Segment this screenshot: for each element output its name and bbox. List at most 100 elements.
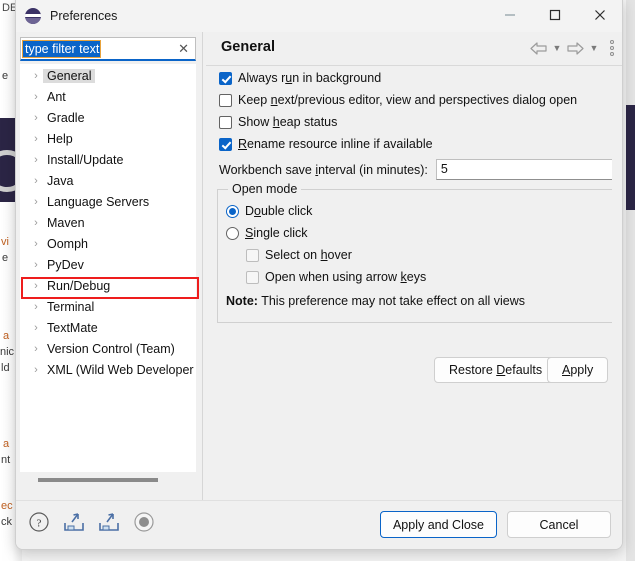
tree-item-textmate[interactable]: › TextMate xyxy=(21,317,195,338)
checkbox-show-heap-status[interactable]: Show heap status xyxy=(219,115,337,129)
dialog-footer: ? Apply and Close Cancel xyxy=(16,500,622,549)
forward-history-chevron-down-icon[interactable]: ▼ xyxy=(588,43,600,53)
checkbox-box-icon xyxy=(246,270,259,284)
footer-button-bar: Apply and Close Cancel xyxy=(379,511,611,538)
background-text-fragment: vi xyxy=(1,236,9,248)
checkbox-box-icon[interactable] xyxy=(219,115,232,129)
apply-and-close-button[interactable]: Apply and Close xyxy=(379,511,497,538)
chevron-right-icon[interactable]: › xyxy=(29,343,43,355)
tree-item-maven[interactable]: › Maven xyxy=(21,212,195,233)
tree-item-label: Run/Debug xyxy=(47,278,111,293)
scrollbar-thumb[interactable] xyxy=(38,478,158,482)
checkbox-label: Select on hover xyxy=(265,248,352,262)
back-arrow-icon[interactable] xyxy=(530,41,547,55)
page-vertical-scrollbar[interactable] xyxy=(612,67,622,487)
workbench-save-interval-label: Workbench save interval (in minutes): xyxy=(219,162,428,177)
tree-item-label: Gradle xyxy=(47,110,85,125)
workbench-save-interval-input[interactable]: 5 xyxy=(435,159,622,180)
tree-item-pydev[interactable]: › PyDev xyxy=(21,254,195,275)
checkbox-box-icon[interactable] xyxy=(219,71,232,85)
tree-item-ant[interactable]: › Ant xyxy=(21,86,195,107)
tree-item-help[interactable]: › Help xyxy=(21,128,195,149)
radio-button-icon[interactable] xyxy=(226,226,239,240)
note-text: This preference may not take effect on a… xyxy=(257,294,525,308)
cancel-button[interactable]: Cancel xyxy=(507,511,611,538)
preferences-tree-pane: type filter text ✕ › General › Ant › Gra… xyxy=(16,32,206,500)
back-history-chevron-down-icon[interactable]: ▼ xyxy=(551,43,563,53)
background-text-fragment: ec xyxy=(1,500,13,512)
tree-item-label: Version Control (Team) xyxy=(47,341,175,356)
tree-item-run-debug[interactable]: › Run/Debug xyxy=(21,275,195,296)
pane-divider[interactable] xyxy=(202,32,203,500)
checkbox-always-run-in-background[interactable]: Always run in background xyxy=(219,71,381,85)
tree-item-label: Terminal xyxy=(47,299,95,314)
open-mode-group: Open mode Double click Single click Sele… xyxy=(217,182,613,323)
chevron-right-icon[interactable]: › xyxy=(29,91,43,103)
preferences-tree[interactable]: › General › Ant › Gradle › Help › Instal… xyxy=(20,64,196,472)
apply-button[interactable]: Apply xyxy=(547,357,609,383)
chevron-right-icon[interactable]: › xyxy=(29,217,43,229)
tree-item-install-update[interactable]: › Install/Update xyxy=(21,149,195,170)
tree-item-terminal[interactable]: › Terminal xyxy=(21,296,195,317)
chevron-right-icon[interactable]: › xyxy=(29,196,43,208)
chevron-right-icon[interactable]: › xyxy=(29,112,43,124)
background-text-fragment: nt xyxy=(1,454,11,466)
checkbox-keep-next-previous-editor[interactable]: Keep next/previous editor, view and pers… xyxy=(219,93,577,107)
forward-arrow-icon[interactable] xyxy=(567,41,584,55)
restore-defaults-button[interactable]: Restore Defaults xyxy=(434,357,558,383)
chevron-right-icon[interactable]: › xyxy=(29,259,43,271)
tree-item-oomph[interactable]: › Oomph xyxy=(21,233,195,254)
chevron-right-icon[interactable]: › xyxy=(29,364,43,376)
background-right-strip xyxy=(626,0,635,561)
record-icon[interactable] xyxy=(133,511,155,538)
chevron-right-icon[interactable]: › xyxy=(29,175,43,187)
checkbox-box-icon[interactable] xyxy=(219,137,232,151)
tree-item-xml[interactable]: › XML (Wild Web Developer xyxy=(21,359,195,380)
apply-label: Apply xyxy=(562,363,594,377)
chevron-right-icon[interactable]: › xyxy=(29,280,43,292)
background-text-fragment: e xyxy=(2,252,9,264)
checkbox-rename-resource-inline[interactable]: Rename resource inline if available xyxy=(219,137,433,151)
dialog-body: type filter text ✕ › General › Ant › Gra… xyxy=(16,32,622,500)
export-preferences-icon[interactable] xyxy=(98,512,120,537)
chevron-right-icon[interactable]: › xyxy=(29,70,43,82)
radio-single-click[interactable]: Single click xyxy=(226,226,308,240)
help-icon[interactable]: ? xyxy=(28,511,50,538)
checkbox-box-icon[interactable] xyxy=(219,93,232,107)
tree-item-label: Help xyxy=(47,131,73,146)
background-right-dark-block xyxy=(626,105,635,210)
tree-item-label: Java xyxy=(47,173,74,188)
filter-input-value[interactable]: type filter text xyxy=(21,39,102,58)
tree-item-java[interactable]: › Java xyxy=(21,170,195,191)
maximize-button[interactable] xyxy=(532,0,577,30)
background-text-fragment: ck xyxy=(1,516,12,528)
chevron-right-icon[interactable]: › xyxy=(29,322,43,334)
tree-item-version-control[interactable]: › Version Control (Team) xyxy=(21,338,195,359)
chevron-right-icon[interactable]: › xyxy=(29,238,43,250)
radio-double-click[interactable]: Double click xyxy=(226,204,312,218)
tree-item-general[interactable]: › General xyxy=(21,65,195,86)
filter-field[interactable]: type filter text ✕ xyxy=(20,37,196,61)
import-preferences-icon[interactable] xyxy=(63,512,85,537)
dialog-titlebar[interactable]: Preferences xyxy=(16,0,622,32)
tree-item-gradle[interactable]: › Gradle xyxy=(21,107,195,128)
tree-item-language-servers[interactable]: › Language Servers xyxy=(21,191,195,212)
tree-horizontal-scrollbar[interactable] xyxy=(20,473,196,487)
close-button[interactable] xyxy=(577,0,622,30)
tree-item-label: TextMate xyxy=(47,320,98,335)
tree-item-label: Language Servers xyxy=(47,194,150,209)
tree-item-label: Ant xyxy=(47,89,66,104)
kebab-menu-icon[interactable] xyxy=(610,40,614,56)
chevron-right-icon[interactable]: › xyxy=(29,133,43,145)
chevron-right-icon[interactable]: › xyxy=(29,301,43,313)
radio-label: Single click xyxy=(245,226,308,240)
checkbox-label: Show heap status xyxy=(238,115,338,129)
clear-filter-icon[interactable]: ✕ xyxy=(178,41,189,57)
background-text-fragment: a xyxy=(3,438,10,450)
tree-item-label: Install/Update xyxy=(47,152,124,167)
tree-item-label: General xyxy=(43,68,96,83)
radio-label: Double click xyxy=(245,204,313,218)
chevron-right-icon[interactable]: › xyxy=(29,154,43,166)
minimize-button[interactable] xyxy=(487,0,532,30)
radio-button-icon[interactable] xyxy=(226,204,239,218)
